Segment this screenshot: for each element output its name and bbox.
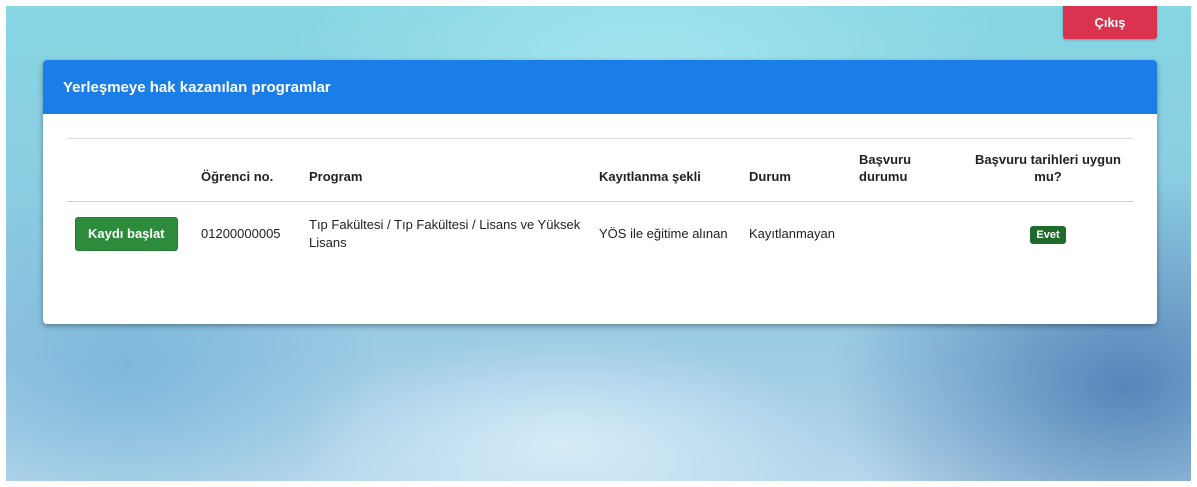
cell-action: Kaydı başlat [67, 202, 193, 267]
dates-valid-badge: Evet [1030, 225, 1066, 244]
column-header-program: Program [309, 169, 363, 184]
cell-application-status [851, 202, 963, 267]
cell-student-no: 01200000005 [201, 226, 281, 241]
start-enrollment-button[interactable]: Kaydı başlat [75, 217, 178, 251]
table-row: Kaydı başlat 01200000005 Tıp Fakültesi /… [67, 202, 1133, 267]
column-header-status: Durum [749, 169, 791, 184]
panel-title: Yerleşmeye hak kazanılan programlar [43, 60, 1157, 114]
logout-button[interactable]: Çıkış [1063, 6, 1157, 39]
placement-programs-panel: Yerleşmeye hak kazanılan programlar Öğre… [43, 60, 1157, 324]
cell-program: Tıp Fakültesi / Tıp Fakültesi / Lisans v… [309, 217, 581, 250]
cell-dates-valid: Evet [963, 202, 1133, 267]
column-header-dates-valid: Başvuru tarihleri uygun mu? [975, 152, 1121, 184]
cell-status: Kayıtlanmayan [749, 226, 835, 241]
programs-table-container: Öğrenci no. Program Kayıtlanma şekli Dur… [67, 138, 1133, 266]
programs-table: Öğrenci no. Program Kayıtlanma şekli Dur… [67, 138, 1133, 266]
column-header-student-no: Öğrenci no. [201, 169, 274, 184]
table-header-row: Öğrenci no. Program Kayıtlanma şekli Dur… [67, 138, 1133, 202]
cell-enrollment-type: YÖS ile eğitime alınan [599, 226, 728, 241]
column-header-action [67, 139, 193, 202]
column-header-enrollment-type: Kayıtlanma şekli [599, 169, 701, 184]
column-header-application-status: Başvuru durumu [859, 152, 912, 184]
